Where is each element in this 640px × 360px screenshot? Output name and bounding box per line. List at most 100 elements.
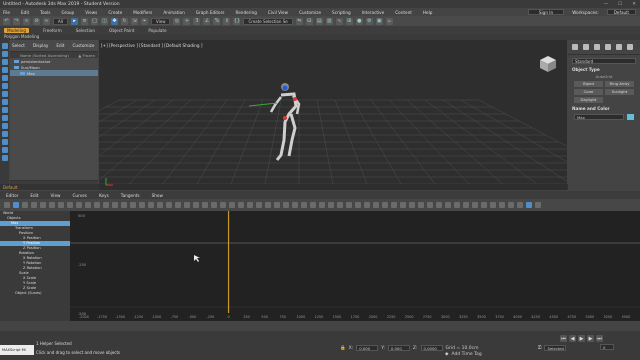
graph-menu-show[interactable]: Show [152,193,163,198]
select-tool-icon[interactable] [1,43,8,49]
menu-content[interactable]: Content [395,10,412,15]
graph-extra24-icon[interactable] [535,202,541,208]
graph-extra9-icon[interactable] [400,202,406,208]
named-selection-sets-dropdown[interactable]: Create Selection Se [243,17,293,25]
key-filter-dropdown[interactable]: Selected [544,345,567,351]
zoom-region-icon[interactable] [211,202,217,208]
previous-frame-icon[interactable]: ◀ [569,335,576,342]
graph-extra16-icon[interactable] [463,202,469,208]
display-all-icon[interactable] [1,67,8,73]
edit-named-selection-icon[interactable]: {} [233,17,241,25]
selection-filter-dropdown[interactable]: All [53,17,68,25]
current-frame-field[interactable]: 0 [600,344,614,350]
schematic-view-icon[interactable]: ⊞ [345,17,353,25]
show-tangents-icon[interactable] [184,202,190,208]
sunlight-button[interactable]: Sunlight [605,89,634,95]
zoom-values-icon[interactable] [247,202,253,208]
spacewarps-filter-icon[interactable] [1,115,8,121]
graph-extra3-icon[interactable] [346,202,352,208]
render-setup-icon[interactable]: ⚙ [365,17,373,25]
graph-menu-view[interactable]: View [51,193,61,198]
groups-filter-icon[interactable] [1,123,8,129]
snap-frames-icon[interactable] [148,202,154,208]
lock-selection-icon[interactable]: 🔒 [340,346,346,351]
key-stats-icon[interactable] [292,202,298,208]
biped-figure[interactable] [248,83,301,161]
trackview-selection-icon[interactable] [274,202,280,208]
graph-extra15-icon[interactable] [454,202,460,208]
graph-extra20-icon[interactable] [499,202,505,208]
align-icon[interactable]: ⊟ [305,17,313,25]
create-tab-icon[interactable] [572,44,578,50]
graph-menu-tangents[interactable]: Tangents [121,193,140,198]
reference-coord-dropdown[interactable]: View [150,17,171,25]
graph-extra23-icon[interactable] [526,202,532,208]
select-object-icon[interactable]: ▸ [70,17,78,25]
unlink-icon[interactable]: ⊘ [33,17,40,25]
ribbon-tab-modeling[interactable]: Modeling [4,27,30,33]
shapes-filter-icon[interactable] [1,83,8,89]
graph-more-icon[interactable] [319,202,325,208]
z-coordinate-field[interactable]: 0.0000 [420,345,443,351]
play-icon[interactable]: ▶ [578,335,585,342]
ribbon-tab-populate[interactable]: Populate [148,28,166,33]
cameras-filter-icon[interactable] [1,99,8,105]
object-color-swatch[interactable] [627,114,634,120]
filters-icon[interactable] [4,202,10,208]
lock-tangents-icon[interactable] [193,202,199,208]
lock-selection-icon[interactable] [139,202,145,208]
scene-tab-select[interactable]: Select [12,43,25,48]
snaps-toggle-icon[interactable]: 3 [193,17,201,25]
render-production-icon[interactable]: ☕ [385,17,393,25]
menu-views[interactable]: Views [85,10,97,15]
hierarchy-icon[interactable] [1,51,8,57]
menu-edit[interactable]: Edit [21,10,29,15]
step-tangent-icon[interactable] [112,202,118,208]
frozen-column-header[interactable]: ▲ Frozen [78,53,98,58]
graph-extra6-icon[interactable] [373,202,379,208]
graph-extra4-icon[interactable] [355,202,361,208]
graph-extra10-icon[interactable] [409,202,415,208]
material-editor-icon[interactable]: ● [355,17,363,25]
perspective-viewport[interactable]: [+] [Perspective ] [Standard ] [Default … [99,40,567,190]
menu-animation[interactable]: Animation [163,10,184,15]
geometry-filter-icon[interactable] [1,75,8,81]
graph-menu-curves[interactable]: Curves [72,193,87,198]
linear-tangent-icon[interactable] [121,202,127,208]
go-to-start-icon[interactable]: ⏮ [560,335,567,342]
show-all-tangents-icon[interactable] [175,202,181,208]
slow-tangent-icon[interactable] [103,202,109,208]
maximize-button[interactable]: ☐ [618,2,622,7]
go-to-end-icon[interactable]: ⏭ [596,335,603,342]
smooth-tangent-icon[interactable] [130,202,136,208]
menu-interactive[interactable]: Interactive [362,10,385,15]
graph-menu-keys[interactable]: Keys [99,193,109,198]
show-keyable-icon[interactable] [166,202,172,208]
select-by-name-graph-icon[interactable] [301,202,307,208]
select-and-scale-icon[interactable]: ⇲ [130,17,138,25]
graph-extra12-icon[interactable] [427,202,433,208]
name-column-header[interactable]: Name (Sorted Ascending) [20,53,69,58]
y-coordinate-field[interactable]: 0.000 [387,345,410,351]
menu-file[interactable]: File [3,10,10,15]
bones-filter-icon[interactable] [1,139,8,145]
spline-tangent-icon[interactable] [85,202,91,208]
keyboard-shortcut-icon[interactable]: + [183,17,191,25]
graph-extra5-icon[interactable] [364,202,370,208]
scale-values-icon[interactable] [40,202,46,208]
graph-extra1-icon[interactable] [328,202,334,208]
undo-icon[interactable]: ↶ [3,17,10,25]
graph-extra21-icon[interactable] [508,202,514,208]
graph-extra7-icon[interactable] [382,202,388,208]
draw-curves-icon[interactable] [58,202,64,208]
object-name-field[interactable]: Max [574,114,624,120]
graph-extra2-icon[interactable] [337,202,343,208]
scene-explorer-toggle-icon[interactable]: ▤ [315,17,323,25]
x-coordinate-field[interactable]: 0.000 [356,345,379,351]
rendered-frame-window-icon[interactable]: ▣ [375,17,383,25]
scene-tab-customize[interactable]: Customize [72,43,94,48]
viewport-canvas[interactable] [99,40,567,184]
select-and-place-icon[interactable]: ⌖ [140,17,148,25]
scene-row-selected[interactable]: Max [10,70,98,76]
graph-extra14-icon[interactable] [445,202,451,208]
